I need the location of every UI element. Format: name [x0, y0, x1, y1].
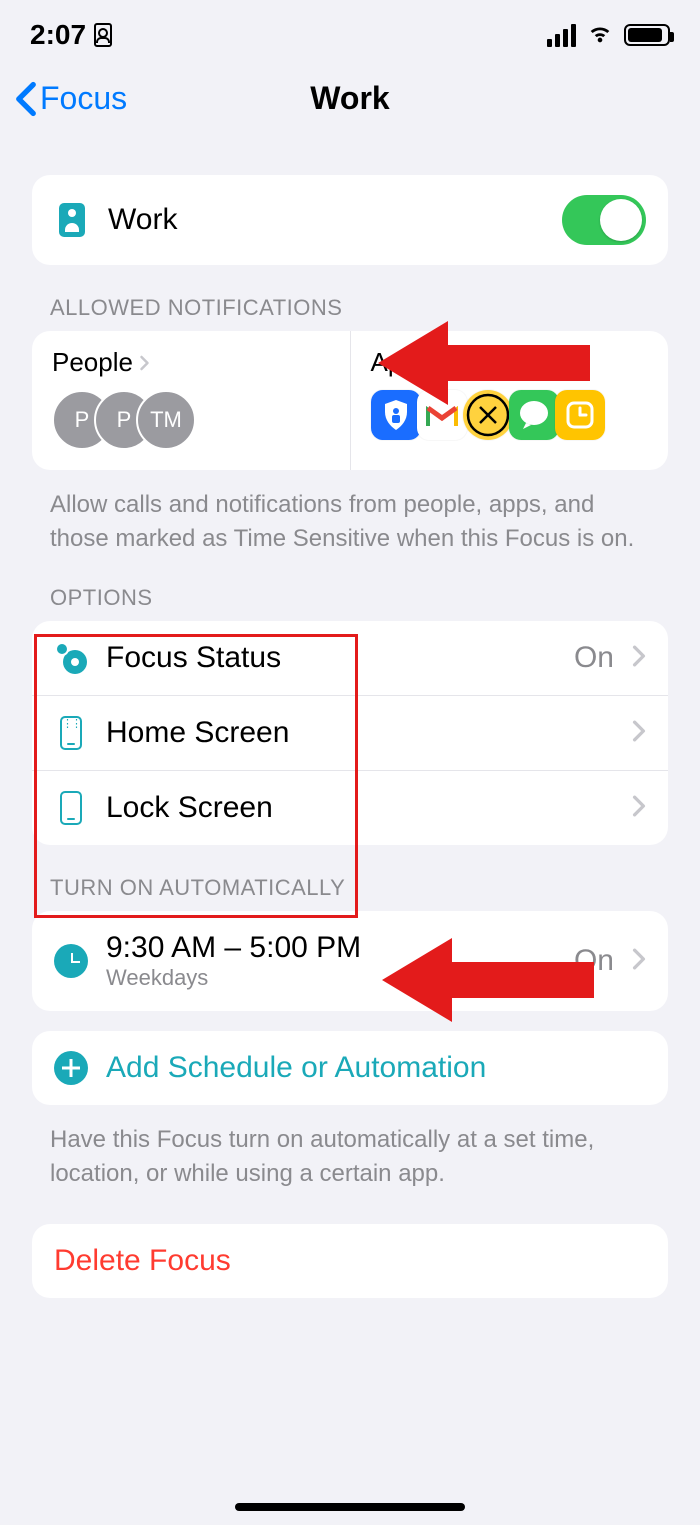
allowed-apps-button[interactable]: Apps — [351, 331, 669, 470]
chevron-right-icon — [632, 948, 646, 975]
status-bar: 2:07 — [0, 10, 700, 60]
people-avatars: P P TM — [52, 390, 330, 450]
schedule-days: Weekdays — [106, 965, 556, 991]
gmail-app-icon — [417, 390, 467, 440]
home-indicator[interactable] — [235, 1503, 465, 1511]
people-label: People — [52, 347, 133, 378]
battery-icon — [624, 24, 670, 46]
add-schedule-button[interactable]: Add Schedule or Automation — [32, 1031, 668, 1105]
chevron-right-icon — [436, 347, 447, 378]
plus-icon — [54, 1051, 88, 1085]
messages-app-icon — [509, 390, 559, 440]
back-label: Focus — [40, 80, 127, 117]
add-schedule-label: Add Schedule or Automation — [106, 1051, 646, 1085]
allowed-people-button[interactable]: People P P TM — [32, 331, 351, 470]
focus-status-icon — [54, 641, 88, 675]
nav-header: Focus Work — [0, 60, 700, 125]
schedule-time: 9:30 AM – 5:00 PM — [106, 931, 556, 965]
option-label: Lock Screen — [106, 791, 596, 825]
options-header: OPTIONS — [32, 555, 668, 621]
focus-status-row[interactable]: Focus Status On — [32, 621, 668, 695]
authenticator-app-icon — [371, 390, 421, 440]
chevron-right-icon — [632, 795, 646, 822]
focus-toggle-card: Work — [32, 175, 668, 265]
id-badge-icon — [94, 23, 112, 47]
auto-header: TURN ON AUTOMATICALLY — [32, 845, 668, 911]
auto-footer: Have this Focus turn on automatically at… — [32, 1105, 668, 1190]
schedule-row[interactable]: 9:30 AM – 5:00 PM Weekdays On — [32, 911, 668, 1011]
focus-toggle[interactable] — [562, 195, 646, 245]
app-icons — [371, 390, 649, 440]
option-label: Home Screen — [106, 716, 596, 750]
add-schedule-card: Add Schedule or Automation — [32, 1031, 668, 1105]
allowed-header: ALLOWED NOTIFICATIONS — [32, 265, 668, 331]
options-card: Focus Status On Home Screen Lock Screen — [32, 621, 668, 845]
x-circle-app-icon — [463, 390, 513, 440]
back-button[interactable]: Focus — [14, 80, 127, 117]
delete-card: Delete Focus — [32, 1224, 668, 1298]
avatar: TM — [136, 390, 196, 450]
lock-screen-row[interactable]: Lock Screen — [32, 770, 668, 845]
chevron-left-icon — [14, 81, 38, 117]
lock-screen-icon — [54, 791, 88, 825]
status-time: 2:07 — [30, 19, 86, 51]
allowed-footer: Allow calls and notifications from peopl… — [32, 470, 668, 555]
chevron-right-icon — [139, 347, 150, 378]
chevron-right-icon — [632, 645, 646, 672]
clock-icon — [54, 944, 88, 978]
schedule-card: 9:30 AM – 5:00 PM Weekdays On — [32, 911, 668, 1011]
cellular-signal-icon — [547, 24, 576, 47]
home-screen-icon — [54, 716, 88, 750]
wifi-icon — [586, 19, 614, 52]
delete-label: Delete Focus — [54, 1244, 231, 1278]
allowed-card: People P P TM Apps — [32, 331, 668, 470]
focus-name: Work — [108, 203, 544, 237]
home-screen-row[interactable]: Home Screen — [32, 695, 668, 770]
delete-focus-button[interactable]: Delete Focus — [32, 1224, 668, 1298]
work-badge-icon — [54, 203, 90, 237]
option-value: On — [574, 641, 614, 675]
chevron-right-icon — [632, 720, 646, 747]
clock-app-icon — [555, 390, 605, 440]
option-label: Focus Status — [106, 641, 556, 675]
schedule-state: On — [574, 944, 614, 978]
apps-label: Apps — [371, 347, 430, 378]
